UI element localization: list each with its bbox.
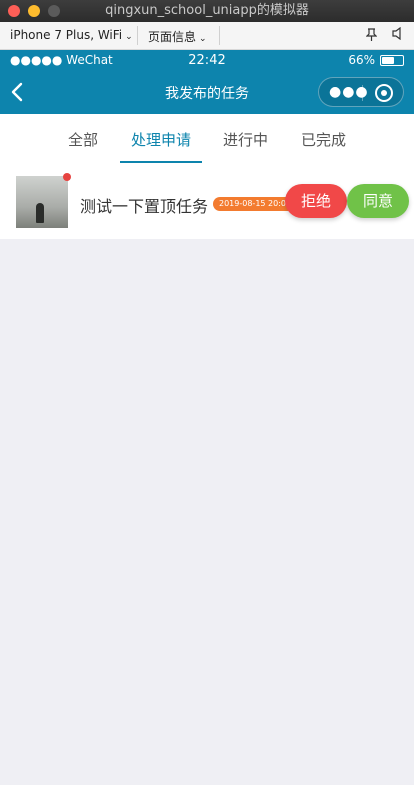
device-selector[interactable]: iPhone 7 Plus, WiFi ⌄ [10,28,133,42]
toolbar-divider [219,26,220,45]
pin-icon[interactable] [365,28,378,44]
avatar-figure [36,203,44,223]
task-status-tabs: 全部 处理申请 进行中 已完成 [0,114,414,163]
capsule-divider [362,85,363,101]
unread-dot [63,173,71,181]
avatar [16,176,68,228]
window-titlebar: qingxun_school_uniapp的模拟器 [0,0,414,22]
device-label: iPhone 7 Plus, WiFi [10,28,123,42]
phone-status-bar: ●●●●● WeChat 22:42 66% [0,50,414,70]
toolbar-divider [137,26,138,45]
close-window-button[interactable] [8,5,20,17]
agree-button[interactable]: 同意 [347,184,409,218]
chevron-down-icon: ⌄ [125,32,133,42]
tab-in-progress[interactable]: 进行中 [223,129,268,150]
miniprogram-capsule: ●●● [318,77,404,107]
task-title: 测试一下置顶任务 [80,197,209,216]
list-item[interactable]: 测试一下置顶任务 2019-08-15 20:05: 拒绝 同意 [0,163,414,239]
chevron-down-icon: ⌄ [199,34,207,44]
minimize-window-button[interactable] [28,5,40,17]
tab-pending-applications[interactable]: 处理申请 [131,129,191,150]
battery-status: 66% [348,53,404,67]
close-miniprogram-icon[interactable] [375,84,393,102]
speaker-icon[interactable] [392,26,402,43]
battery-icon [380,54,404,66]
page-info-selector[interactable]: 页面信息 ⌄ [148,28,207,45]
tab-completed[interactable]: 已完成 [301,129,346,150]
tab-all[interactable]: 全部 [68,129,98,150]
zoom-window-button[interactable] [48,5,60,17]
simulator-toolbar: iPhone 7 Plus, WiFi ⌄ 页面信息 ⌄ [0,22,414,50]
window-title: qingxun_school_uniapp的模拟器 [105,3,309,18]
battery-level-fill [382,56,394,64]
nav-bar: 我发布的任务 ●●● [0,70,414,114]
page-info-label: 页面信息 [148,30,197,44]
reject-button[interactable]: 拒绝 [285,184,347,218]
battery-percent: 66% [348,53,375,67]
